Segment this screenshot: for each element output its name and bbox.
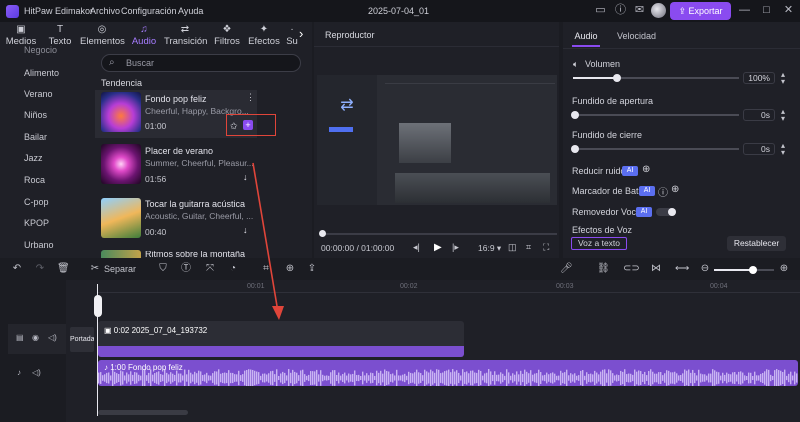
annotation-arrow <box>252 162 284 320</box>
